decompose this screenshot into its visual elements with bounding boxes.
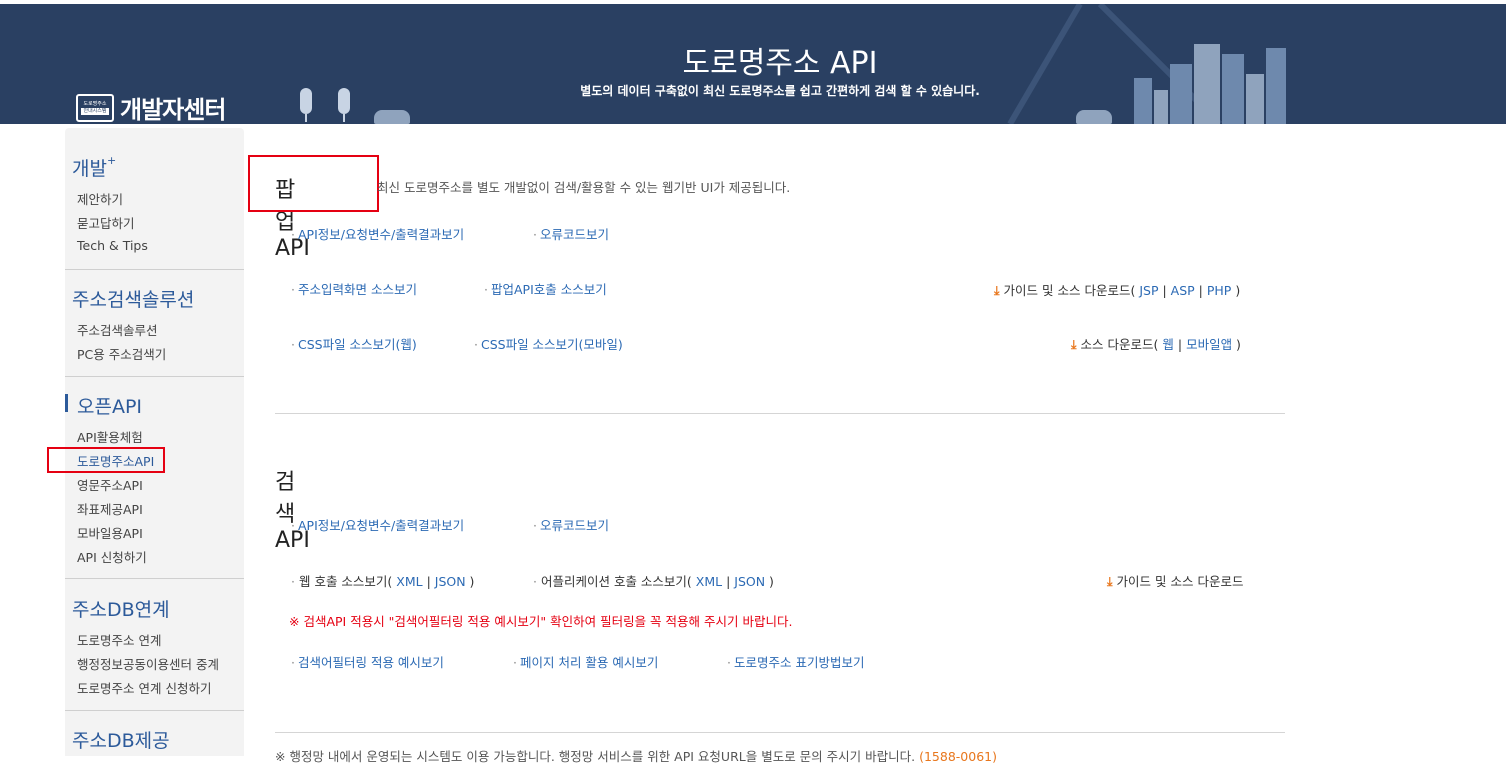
paging-example-link[interactable]: · 페이지 처리 활용 예시보기: [513, 652, 658, 671]
app-call-source: · 어플리케이션 호출 소스보기( XML | JSON ): [533, 574, 774, 589]
sidebar-item-mobile-api[interactable]: 모바일용API: [77, 523, 143, 542]
search-guide-download[interactable]: ⤓ 가이드 및 소스 다운로드: [1107, 571, 1243, 590]
site-header: 도로명주소 안내시스템 개발자센터 도로명주소 API 별도의 데이터 구축없이…: [0, 4, 1506, 124]
app-json-link[interactable]: JSON: [734, 574, 765, 589]
sidebar-item-api-apply[interactable]: API 신청하기: [77, 547, 147, 566]
css-web-source-link[interactable]: · CSS파일 소스보기(웹): [291, 334, 417, 353]
jsp-download-link[interactable]: JSP: [1139, 283, 1158, 298]
sidebar-item-proposal[interactable]: 제안하기: [77, 189, 123, 208]
sidebar-section-db-provide[interactable]: 주소DB제공: [72, 726, 170, 753]
sidebar-divider: [65, 578, 244, 579]
address-notation-link[interactable]: · 도로명주소 표기방법보기: [727, 652, 864, 671]
sidebar-item-english-address-api[interactable]: 영문주소API: [77, 475, 143, 494]
popup-error-code-link[interactable]: · 오류코드보기: [533, 224, 609, 243]
highlight-box-title: [248, 155, 379, 212]
filtering-example-link[interactable]: · 검색어필터링 적용 예시보기: [291, 652, 444, 671]
support-phone: (1588-0061): [919, 749, 997, 764]
mobile-app-download-link[interactable]: 모바일앱: [1186, 337, 1232, 352]
highlight-box-sidebar: [47, 447, 165, 473]
sidebar-divider: [65, 710, 244, 711]
filtering-warning: ※ 검색API 적용시 "검색어필터링 적용 예시보기" 확인하여 필터링을 꼭…: [289, 614, 793, 629]
download-icon: ⤓: [1071, 337, 1077, 352]
streetlight-icon: [300, 88, 312, 122]
sidebar-item-pc-search[interactable]: PC용 주소검색기: [77, 344, 166, 363]
asp-download-link[interactable]: ASP: [1171, 283, 1195, 298]
sidebar: 개발+ 제안하기 묻고답하기 Tech & Tips 주소검색솔루션 주소검색솔…: [65, 128, 244, 756]
sidebar-section-search-solution[interactable]: 주소검색솔루션: [72, 285, 194, 312]
app-xml-link[interactable]: XML: [696, 574, 722, 589]
sidebar-item-tech-tips[interactable]: Tech & Tips: [77, 238, 148, 253]
web-json-link[interactable]: JSON: [435, 574, 466, 589]
sidebar-item-coordinate-api[interactable]: 좌표제공API: [77, 499, 143, 518]
active-section-indicator: [65, 394, 68, 412]
search-api-info-link[interactable]: · API정보/요청변수/출력결과보기: [291, 515, 464, 534]
sidebar-item-qna[interactable]: 묻고답하기: [77, 213, 135, 232]
section-divider: [275, 413, 1285, 414]
download-icon: ⤓: [994, 283, 1000, 298]
sidebar-item-api-trial[interactable]: API활용체험: [77, 427, 143, 446]
popup-api-info-link[interactable]: · API정보/요청변수/출력결과보기: [291, 224, 464, 243]
sidebar-section-development[interactable]: 개발+: [72, 154, 116, 181]
web-xml-link[interactable]: XML: [396, 574, 422, 589]
popup-call-source-link[interactable]: · 팝업API호출 소스보기: [484, 279, 607, 298]
search-api-title: 검색 API: [275, 470, 310, 553]
sidebar-divider: [65, 269, 244, 270]
css-mobile-source-link[interactable]: · CSS파일 소스보기(모바일): [474, 334, 623, 353]
guide-source-download: ⤓ 가이드 및 소스 다운로드( JSP | ASP | PHP ): [994, 283, 1241, 298]
city-skyline-icon: [1134, 4, 1286, 124]
sidebar-item-link-apply[interactable]: 도로명주소 연계 신청하기: [77, 678, 211, 697]
source-download: ⤓ 소스 다운로드( 웹 | 모바일앱 ): [1071, 337, 1241, 352]
download-icon: ⤓: [1107, 574, 1113, 589]
search-error-code-link[interactable]: · 오류코드보기: [533, 515, 609, 534]
sidebar-section-db-link[interactable]: 주소DB연계: [72, 595, 170, 622]
address-input-source-link[interactable]: · 주소입력화면 소스보기: [291, 279, 417, 298]
sidebar-item-search-solution[interactable]: 주소검색솔루션: [77, 320, 158, 339]
sidebar-divider: [65, 376, 244, 377]
streetlight-icon: [338, 88, 350, 122]
web-download-link[interactable]: 웹: [1162, 337, 1174, 352]
sidebar-item-admin-info-relay[interactable]: 행정정보공동이용센터 중계: [77, 654, 219, 673]
php-download-link[interactable]: PHP: [1207, 283, 1231, 298]
sidebar-section-open-api[interactable]: 오픈API: [77, 392, 142, 419]
sidebar-item-road-address-link[interactable]: 도로명주소 연계: [77, 630, 161, 649]
popup-api-description: 최신 도로명주소를 별도 개발없이 검색/활용할 수 있는 웹기반 UI가 제공…: [377, 180, 791, 195]
section-divider: [275, 732, 1285, 733]
car-icon: [374, 110, 410, 124]
web-call-source: · 웹 호출 소스보기( XML | JSON ): [291, 574, 475, 589]
